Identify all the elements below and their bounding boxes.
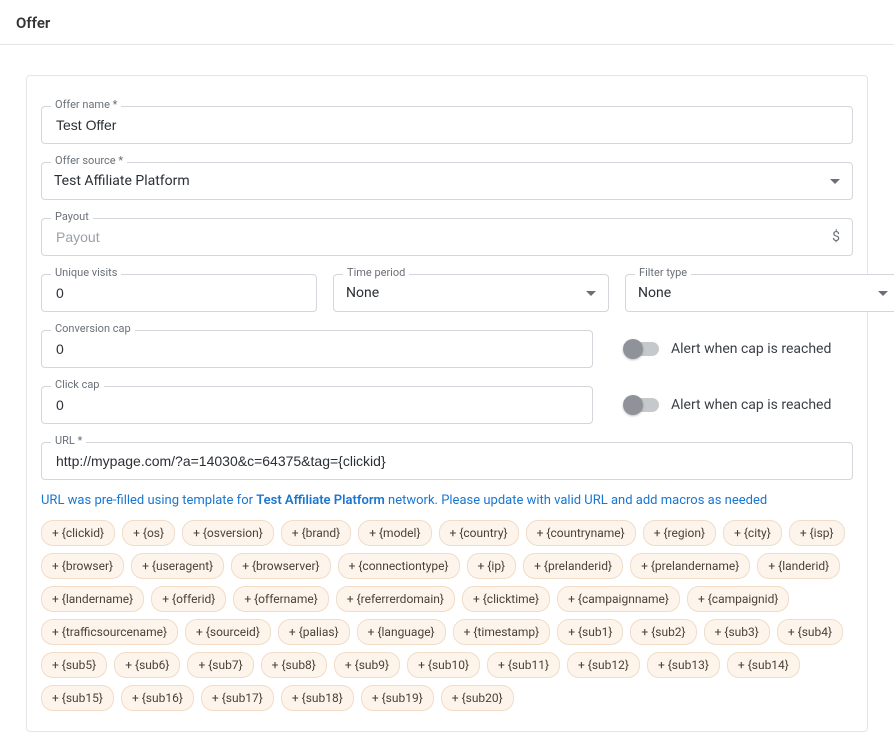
offer-name-input-wrap [41, 106, 853, 144]
chevron-down-icon [830, 179, 840, 184]
macro-chip[interactable]: {sub7} [187, 652, 253, 678]
macro-chip[interactable]: {sub6} [114, 652, 180, 678]
macro-chip[interactable]: {sub10} [407, 652, 480, 678]
unique-visits-field: Unique visits [41, 274, 317, 312]
currency-icon: $ [832, 229, 840, 245]
macro-chip[interactable]: {offerid} [151, 586, 226, 612]
chevron-down-icon [878, 291, 888, 296]
payout-label: Payout [51, 211, 93, 223]
url-helper-text: URL was pre-filled using template for Te… [41, 492, 853, 510]
click-alert-toggle[interactable] [625, 398, 659, 412]
macro-chip[interactable]: {browser} [41, 553, 124, 579]
filter-type-field: Filter type None [625, 274, 894, 312]
macro-chip[interactable]: {sub2} [630, 619, 696, 645]
macro-chip[interactable]: {timestamp} [453, 619, 551, 645]
macro-chip[interactable]: {sub19} [361, 685, 434, 711]
macro-chip[interactable]: {campaignname} [557, 586, 680, 612]
macro-chip[interactable]: {connectiontype} [338, 553, 460, 579]
offer-source-label: Offer source * [51, 155, 127, 167]
macro-chip[interactable]: {clickid} [41, 520, 115, 546]
macro-chip[interactable]: {sub1} [557, 619, 623, 645]
conversion-cap-label: Conversion cap [51, 323, 135, 335]
unique-visits-label: Unique visits [51, 267, 121, 279]
click-cap-field: Click cap [41, 386, 593, 424]
macro-chips: {clickid} {os} {osversion} {brand} {model} {c… [41, 520, 853, 711]
conversion-alert-toggle[interactable] [625, 342, 659, 356]
macro-chip[interactable]: {sub17} [201, 685, 274, 711]
macro-chip[interactable]: {region} [643, 520, 716, 546]
offer-source-field: Offer source * Test Affiliate Platform [41, 162, 853, 200]
click-alert-label: Alert when cap is reached [671, 397, 831, 413]
macro-chip[interactable]: {sub11} [487, 652, 560, 678]
payout-field: Payout $ [41, 218, 853, 256]
macro-chip[interactable]: {sub3} [704, 619, 770, 645]
macro-chip[interactable]: {landername} [41, 586, 144, 612]
filter-type-label: Filter type [635, 267, 691, 279]
page-title: Offer [0, 0, 894, 45]
macro-chip[interactable]: {model} [358, 520, 431, 546]
macro-chip[interactable]: {sub5} [41, 652, 107, 678]
time-period-field: Time period None [333, 274, 609, 312]
offer-name-field: Offer name * [41, 106, 853, 144]
macro-chip[interactable]: {brand} [281, 520, 351, 546]
macro-chip[interactable]: {sub16} [121, 685, 194, 711]
macro-chip[interactable]: {useragent} [131, 553, 224, 579]
chevron-down-icon [586, 291, 596, 296]
conversion-cap-alert-row: Alert when cap is reached [625, 330, 831, 368]
url-label: URL * [51, 435, 86, 447]
conversion-cap-field: Conversion cap [41, 330, 593, 368]
offer-source-select[interactable]: Test Affiliate Platform [41, 162, 853, 200]
macro-chip[interactable]: {country} [439, 520, 519, 546]
offer-form-panel: Offer name * Offer source * Test Affilia… [26, 75, 868, 732]
macro-chip[interactable]: {clicktime} [462, 586, 550, 612]
time-period-value: None [346, 285, 379, 301]
macro-chip[interactable]: {browserver} [231, 553, 330, 579]
filter-type-select[interactable]: None [625, 274, 894, 312]
macro-chip[interactable]: {countryname} [526, 520, 636, 546]
filter-type-value: None [638, 285, 671, 301]
macro-chip[interactable]: {city} [723, 520, 782, 546]
macro-chip[interactable]: {language} [357, 619, 446, 645]
macro-chip[interactable]: {sub8} [261, 652, 327, 678]
conversion-alert-label: Alert when cap is reached [671, 341, 831, 357]
unique-visits-input[interactable] [54, 275, 304, 311]
click-cap-label: Click cap [51, 379, 104, 391]
offer-name-input[interactable] [54, 107, 840, 143]
payout-input-wrap: $ [41, 218, 853, 256]
macro-chip[interactable]: {prelanderid} [523, 553, 623, 579]
macro-chip[interactable]: {os} [122, 520, 175, 546]
time-period-label: Time period [343, 267, 409, 279]
macro-chip[interactable]: {referrerdomain} [336, 586, 455, 612]
payout-input[interactable] [54, 219, 840, 255]
click-cap-input[interactable] [54, 387, 580, 423]
offer-source-value: Test Affiliate Platform [54, 173, 190, 189]
click-cap-alert-row: Alert when cap is reached [625, 386, 831, 424]
macro-chip[interactable]: {prelandername} [630, 553, 750, 579]
macro-chip[interactable]: {landerid} [757, 553, 840, 579]
url-field: URL * [41, 442, 853, 480]
macro-chip[interactable]: {offername} [233, 586, 328, 612]
offer-name-label: Offer name * [51, 99, 121, 111]
macro-chip[interactable]: {ip} [467, 553, 517, 579]
macro-chip[interactable]: {sub12} [567, 652, 640, 678]
time-period-select[interactable]: None [333, 274, 609, 312]
macro-chip[interactable]: {isp} [789, 520, 845, 546]
macro-chip[interactable]: {sub9} [334, 652, 400, 678]
url-input[interactable] [54, 443, 840, 479]
macro-chip[interactable]: {sourceid} [185, 619, 271, 645]
macro-chip[interactable]: {sub13} [647, 652, 720, 678]
conversion-cap-input[interactable] [54, 331, 580, 367]
macro-chip[interactable]: {osversion} [182, 520, 274, 546]
macro-chip[interactable]: {palias} [278, 619, 350, 645]
macro-chip[interactable]: {sub14} [727, 652, 800, 678]
macro-chip[interactable]: {sub15} [41, 685, 114, 711]
macro-chip[interactable]: {sub18} [281, 685, 354, 711]
macro-chip[interactable]: {campaignid} [687, 586, 789, 612]
macro-chip[interactable]: {sub20} [441, 685, 514, 711]
macro-chip[interactable]: {trafficsourcename} [41, 619, 178, 645]
macro-chip[interactable]: {sub4} [777, 619, 843, 645]
